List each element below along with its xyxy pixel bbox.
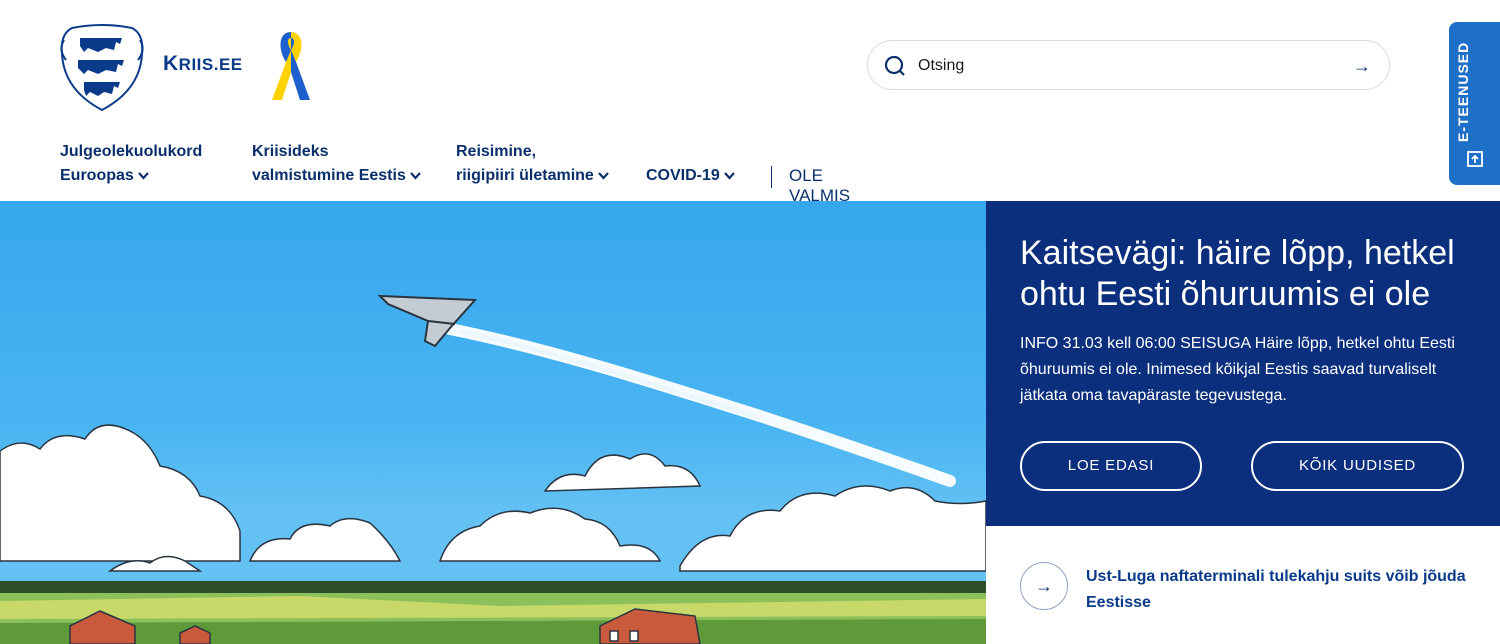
- nav-item-label: Euroopas: [60, 167, 134, 184]
- chevron-down-icon: [137, 172, 149, 180]
- hero-image: [0, 201, 986, 644]
- search-submit-arrow-icon[interactable]: →: [1349, 53, 1375, 79]
- site-logo-text[interactable]: KRIIS.EE: [163, 52, 243, 76]
- hero-illustration: [0, 294, 986, 644]
- hero-body: INFO 31.03 kell 06:00 SEISUGA Häire lõpp…: [1020, 335, 1455, 404]
- ukraine-ribbon-icon: [272, 32, 310, 100]
- chevron-down-icon: [410, 172, 421, 180]
- search-input[interactable]: [916, 51, 1340, 81]
- hero-news-panel: Kaitsevägi: häire lõpp, hetkel ohtu Eest…: [986, 201, 1500, 526]
- nav-item-ole-valmis[interactable]: OLE VALMIS: [789, 166, 850, 206]
- nav-item-reisimine[interactable]: Reisimine, riigipiiri ületamine: [456, 140, 609, 188]
- nav-item-kriisideks[interactable]: Kriisideks valmistumine Eestis: [252, 140, 421, 188]
- search-box[interactable]: →: [867, 40, 1390, 90]
- brand-prefix: K: [163, 52, 179, 75]
- nav-item-julgeolekuolukord[interactable]: Julgeolekuolukord Euroopas: [60, 140, 202, 188]
- nav-item-label: valmistumine Eestis: [252, 167, 406, 184]
- site-header: KRIIS.EE → Julgeolekuolukord Euroopas Kr…: [0, 0, 1500, 205]
- chevron-down-icon: [597, 172, 609, 180]
- read-more-button[interactable]: LOE EDASI: [1020, 441, 1202, 491]
- chevron-down-icon: [723, 172, 735, 180]
- hero-title[interactable]: Kaitsevägi: häire lõpp, hetkel ohtu Eest…: [1020, 233, 1470, 315]
- news-item-title[interactable]: Ust-Luga naftaterminali tulekahju suits …: [1086, 564, 1466, 616]
- search-icon: [884, 55, 905, 76]
- e-services-label: E-TEENUSED: [1455, 41, 1471, 142]
- nav-item-label: COVID-19: [646, 167, 720, 184]
- e-services-icon: [1467, 151, 1483, 167]
- nav-item-label: Julgeolekuolukord: [60, 143, 203, 160]
- nav-item-label: [646, 140, 735, 164]
- e-services-tab[interactable]: E-TEENUSED: [1449, 22, 1500, 185]
- nav-item-label: riigipiiri ületamine: [456, 167, 594, 184]
- news-list-item[interactable]: → Ust-Luga naftaterminali tulekahju suit…: [1020, 562, 1480, 614]
- nav-item-label: Reisimine,: [456, 143, 537, 160]
- nav-divider: [771, 166, 772, 188]
- arrow-right-icon[interactable]: →: [1020, 562, 1068, 610]
- coat-of-arms-icon[interactable]: [58, 20, 146, 112]
- nav-item-covid[interactable]: COVID-19: [646, 140, 735, 188]
- all-news-button[interactable]: KÕIK UUDISED: [1251, 441, 1464, 491]
- nav-item-label: Kriisideks: [252, 143, 329, 160]
- brand-rest: RIIS.EE: [178, 55, 243, 74]
